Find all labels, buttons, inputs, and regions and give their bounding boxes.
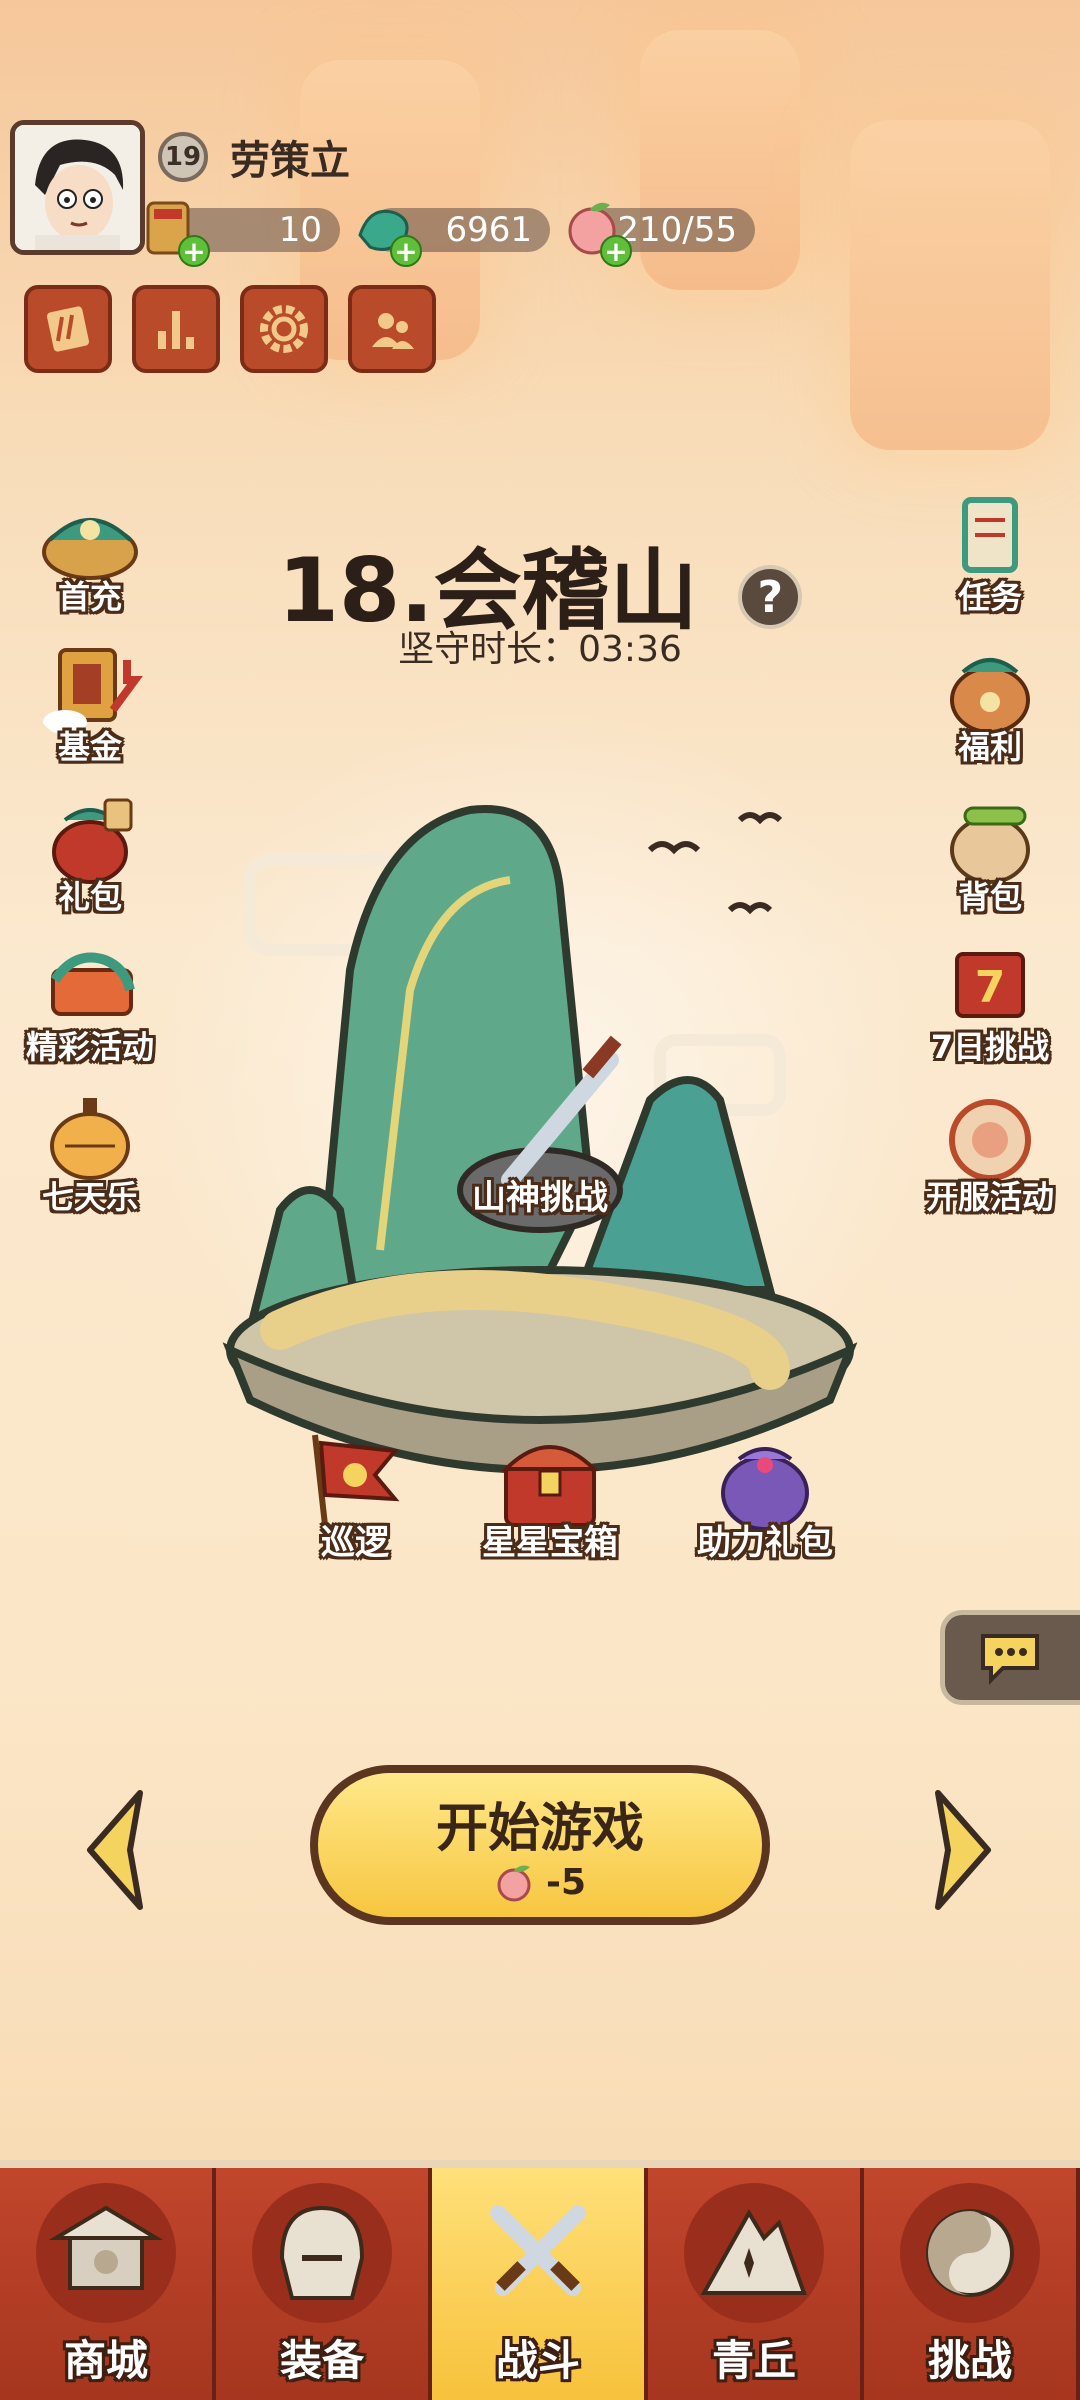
side-item-label: 基金 [57, 728, 122, 766]
tab-label: 装备 [279, 2336, 364, 2385]
friends-button[interactable] [348, 285, 436, 373]
side-item-label: 福利 [957, 728, 1022, 766]
resource-scroll-value: 10 [278, 210, 322, 250]
start-game-button[interactable]: 开始游戏 -5 [310, 1765, 770, 1925]
side-item-label: 背包 [957, 878, 1022, 916]
tab-challenge[interactable]: 挑战 [864, 2168, 1080, 2400]
ticket-icon [46, 306, 90, 352]
chat-button[interactable] [940, 1610, 1080, 1705]
bottom-nav: 商城 装备 战斗 青丘 挑战 [0, 2160, 1080, 2400]
tab-label: 战斗 [495, 2336, 580, 2385]
player-level-badge: 19 [158, 132, 208, 182]
guard-time: 坚守时长：03:36 [398, 629, 682, 670]
ranking-button[interactable] [132, 285, 220, 373]
side-item-label: 开服活动 [925, 1178, 1054, 1216]
settings-icon [260, 305, 308, 353]
side-item-backpack[interactable]: 背包 [920, 790, 1060, 930]
side-item-events[interactable]: 精彩活动 [20, 940, 160, 1080]
peach-icon[interactable]: + [560, 195, 632, 268]
resource-peach-value: 210/55 [617, 210, 737, 250]
settings-button[interactable] [240, 285, 328, 373]
side-item-label: 精彩活动 [25, 1028, 154, 1066]
side-item-label: 7日挑战 [930, 1028, 1050, 1066]
start-cost-value: -5 [546, 1862, 586, 1903]
tab-qingqiu[interactable]: 青丘 [648, 2168, 864, 2400]
resource-jade-value: 6961 [445, 210, 532, 250]
side-item-label: 七天乐 [41, 1178, 138, 1216]
star-chest-button[interactable]: 星星宝箱 [470, 1425, 630, 1564]
side-item-label: 礼包 [57, 878, 122, 916]
peach-icon [497, 1865, 531, 1901]
next-stage-arrow[interactable] [928, 1785, 998, 1915]
tab-equipment[interactable]: 装备 [216, 2168, 432, 2400]
jade-icon[interactable]: + [350, 195, 422, 268]
player-name: 劳策立 [230, 138, 350, 184]
assist-gift-label: 助力礼包 [697, 1523, 833, 1563]
mountain-stage-illustration[interactable] [210, 770, 870, 1530]
side-item-seven-day-joy[interactable]: 七天乐 [20, 1090, 160, 1230]
shop-pavilion-icon [36, 2183, 176, 2323]
scroll-icon[interactable]: + [140, 195, 210, 268]
side-item-gift-pack[interactable]: 礼包 [20, 790, 160, 930]
tab-label: 青丘 [711, 2336, 796, 2385]
side-item-server-event[interactable]: 开服活动 [920, 1090, 1060, 1230]
svg-text:7: 7 [975, 962, 1006, 1013]
assist-gift-button[interactable]: 助力礼包 [680, 1425, 850, 1564]
friends-icon [372, 313, 414, 349]
star-chest-label: 星星宝箱 [482, 1523, 618, 1563]
chat-bubble-icon [981, 1633, 1039, 1685]
mountain-challenge-label[interactable]: 山神挑战 [430, 1170, 650, 1219]
ticket-button[interactable] [24, 285, 112, 373]
tab-label: 挑战 [927, 2336, 1012, 2385]
helmet-icon [252, 2183, 392, 2323]
tab-shop[interactable]: 商城 [0, 2168, 216, 2400]
patrol-button[interactable]: 巡逻 [290, 1425, 420, 1564]
prev-stage-arrow[interactable] [80, 1785, 150, 1915]
background-lantern [850, 120, 1050, 450]
tab-battle[interactable]: 战斗 [432, 2168, 648, 2400]
mountain-peak-icon [684, 2183, 824, 2323]
tab-label: 商城 [63, 2336, 148, 2385]
player-avatar[interactable] [10, 120, 145, 255]
yinyang-orb-icon [900, 2183, 1040, 2323]
start-cost: -5 [494, 1861, 586, 1905]
side-item-seven-day-challenge[interactable]: 7 7日挑战 [920, 940, 1060, 1080]
crossed-swords-icon [468, 2183, 608, 2323]
ranking-icon [158, 311, 194, 349]
start-game-label: 开始游戏 [435, 1798, 644, 1859]
